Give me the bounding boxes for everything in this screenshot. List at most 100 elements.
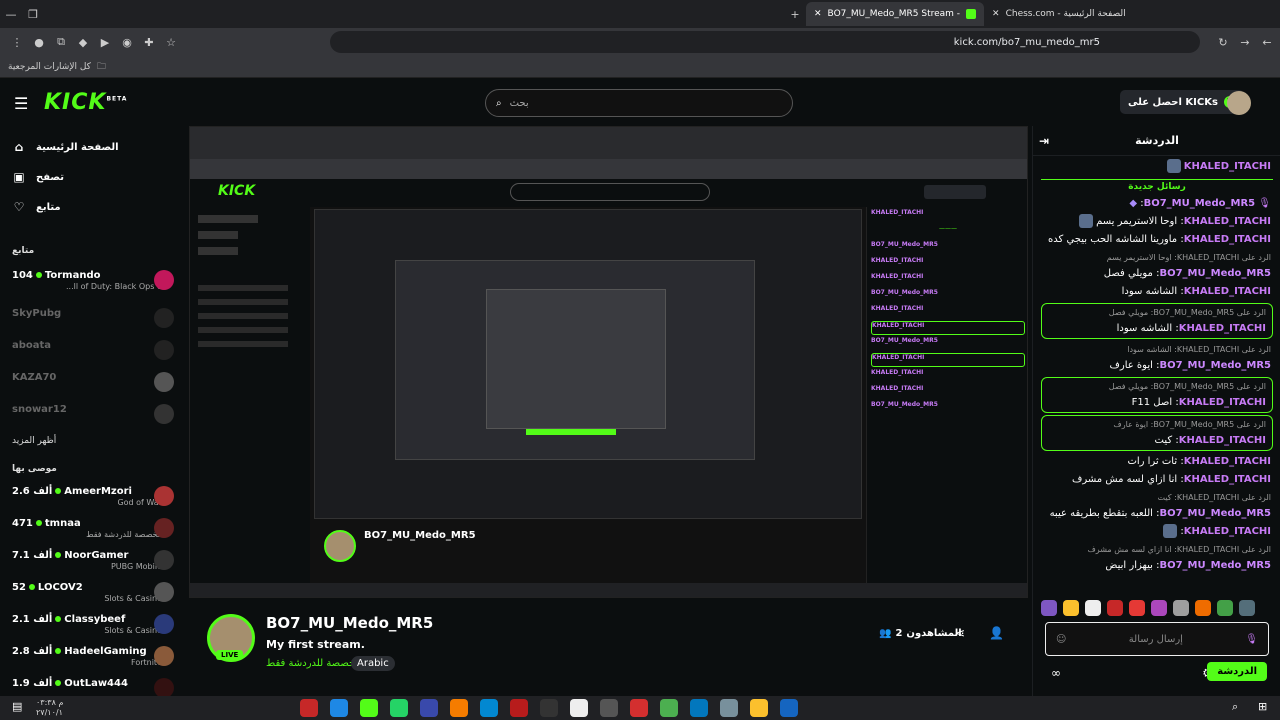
edge-icon[interactable]	[480, 699, 498, 717]
close-tab-icon[interactable]: ✕	[814, 9, 822, 19]
hamburger-menu-icon[interactable]: ☰	[14, 94, 28, 113]
minimize-icon[interactable]: —	[0, 8, 22, 21]
extension-icon[interactable]: ◉	[116, 36, 138, 49]
close-tab-icon[interactable]: ✕	[992, 9, 1000, 19]
share-icon[interactable]: ⋖	[955, 626, 965, 640]
follow-icon[interactable]: 👤	[989, 626, 1004, 640]
channel-avatar	[154, 372, 174, 392]
app-icon[interactable]	[450, 699, 468, 717]
app-icon[interactable]	[420, 699, 438, 717]
app-icon[interactable]	[510, 699, 528, 717]
chat-message[interactable]: KHALED_ITACHI: ثات ثرا رات	[1033, 453, 1280, 471]
get-kicks-button[interactable]: احصل على KICKs K	[1120, 90, 1244, 114]
emote[interactable]	[1195, 600, 1211, 616]
chat-message[interactable]: KHALED_ITACHI:	[1033, 523, 1280, 541]
steam-icon[interactable]	[780, 699, 798, 717]
bookmark-star-icon[interactable]: ☆	[160, 36, 182, 49]
reload-icon[interactable]: ↻	[1212, 36, 1234, 49]
app-icon[interactable]	[300, 699, 318, 717]
emote[interactable]	[1173, 600, 1189, 616]
send-chat-button[interactable]: الدردشة	[1207, 662, 1267, 681]
following-channel[interactable]: SkyPubg	[12, 306, 174, 334]
following-channel[interactable]: aboata	[12, 338, 174, 366]
chat-message-highlighted[interactable]: الرد على BO7_MU_Medo_MR5: مويلي فصل KHALE…	[1041, 377, 1273, 413]
start-menu-icon[interactable]: ⊞	[1258, 700, 1267, 713]
file-explorer-icon[interactable]	[750, 699, 768, 717]
chat-message[interactable]: 🎙 BO7_MU_Medo_MR5: ◆	[1033, 195, 1280, 213]
language-tag[interactable]: Arabic	[351, 656, 395, 671]
following-channel[interactable]: snowar12	[12, 402, 174, 430]
recommended-channel[interactable]: 2.6 ألف AmeerMzori God of War	[12, 484, 174, 512]
app-icon[interactable]	[330, 699, 348, 717]
kick-logo[interactable]: KICKBETA	[44, 90, 127, 115]
menu-icon[interactable]: ⋮	[6, 36, 28, 49]
channel-points-icon[interactable]: ∞	[1051, 666, 1061, 680]
chat-message[interactable]: الرد على KHALED_ITACHI: اوحا الاستريمر ي…	[1033, 249, 1280, 283]
show-more-link[interactable]: أظهر المزيد	[12, 436, 56, 446]
new-messages-divider: رسائل جديدة	[1041, 179, 1273, 192]
app-icon[interactable]	[540, 699, 558, 717]
collapse-chat-icon[interactable]: ⇥	[1039, 134, 1049, 148]
emote[interactable]	[1217, 600, 1233, 616]
recommended-channel[interactable]: 7.1 ألف NoorGamer PUBG Mobile	[12, 548, 174, 576]
search-input[interactable]: ⌕ بحث	[485, 89, 793, 117]
kick-app-icon[interactable]	[360, 699, 378, 717]
tab-chess[interactable]: ✕ Chess.com - الصفحة الرئيسية	[984, 2, 1134, 26]
chat-message[interactable]: KHALED_ITACHI: انا ازاي لسه مش مشرف	[1033, 471, 1280, 489]
notifications-icon[interactable]: ▤	[12, 700, 22, 713]
emoji-icon[interactable]: ☺	[1056, 634, 1066, 645]
nav-browse[interactable]: ▣ تصفح	[12, 170, 64, 184]
following-channel[interactable]: KAZA70	[12, 370, 174, 398]
extension-icon[interactable]: ✚	[138, 36, 160, 49]
recommended-channel[interactable]: 471 tmnaa مخصصة للدردشة فقط	[12, 516, 174, 544]
youtube-icon[interactable]	[630, 699, 648, 717]
chat-message[interactable]: الرد على KHALED_ITACHI: الشاشه سودا BO7_M…	[1033, 341, 1280, 375]
back-icon[interactable]: →	[1234, 36, 1256, 49]
user-avatar[interactable]	[1227, 91, 1251, 115]
emote[interactable]	[1063, 600, 1079, 616]
recommended-channel[interactable]: 2.1 ألف Classybeef Slots & Casino	[12, 612, 174, 640]
app-icon[interactable]	[720, 699, 738, 717]
extension-icon[interactable]: ◆	[72, 36, 94, 49]
emote[interactable]	[1129, 600, 1145, 616]
emote[interactable]	[1107, 600, 1123, 616]
following-channel[interactable]: 104 Tormando ...ll of Duty: Black Ops 6	[12, 268, 174, 296]
nav-following[interactable]: ♡ متابع	[12, 200, 61, 214]
maximize-icon[interactable]: ❐	[22, 8, 44, 21]
emote[interactable]	[1085, 600, 1101, 616]
chat-message[interactable]: KHALED_ITACHI: ماورينا الشاشه الحب بيجي …	[1033, 231, 1280, 249]
new-tab-button[interactable]: +	[784, 8, 806, 21]
emote[interactable]	[1239, 600, 1255, 616]
chat-input[interactable]: ☺ إرسال رسالة 🎙	[1045, 622, 1269, 656]
chat-message[interactable]: KHALED_ITACHI	[1033, 158, 1280, 176]
channel-avatar	[154, 270, 174, 290]
chat-message-highlighted[interactable]: الرد على BO7_MU_Medo_MR5: مويلي فصل KHALE…	[1041, 303, 1273, 339]
chat-message[interactable]: الرد على KHALED_ITACHI: انا ازاي لسه مش …	[1033, 541, 1280, 575]
app-icon[interactable]	[690, 699, 708, 717]
whatsapp-icon[interactable]	[390, 699, 408, 717]
bookmarks-folder[interactable]: كل الإشارات المرجعية	[8, 62, 91, 72]
search-icon[interactable]: ⌕	[1232, 700, 1238, 714]
extension-icon[interactable]: ⧉	[50, 35, 72, 49]
stream-category[interactable]: مخصصة للدردشة فقط	[266, 658, 361, 669]
emote[interactable]	[1151, 600, 1167, 616]
url-field[interactable]: kick.com/bo7_mu_medo_mr5	[330, 31, 1200, 53]
emote[interactable]	[1041, 600, 1057, 616]
streamer-name[interactable]: BO7_MU_Medo_MR5	[266, 614, 433, 632]
tab-kick-stream[interactable]: ✕ BO7_MU_Medo_MR5 Stream -	[806, 2, 985, 26]
chat-message[interactable]: الرد على KHALED_ITACHI: كيت BO7_MU_Medo_M…	[1033, 489, 1280, 523]
video-player[interactable]: KICK KHALED_ITACHI ——— BO7_MU_Medo_MR5 K…	[189, 126, 1028, 598]
forward-icon[interactable]: ←	[1256, 36, 1278, 49]
recommended-channel[interactable]: 52 LOCOV2 Slots & Casino	[12, 580, 174, 608]
recommended-channel[interactable]: 2.8 ألف HadeelGaming Fortnite	[12, 644, 174, 672]
chat-message[interactable]: KHALED_ITACHI: اوحا الاستريمر يسم	[1033, 213, 1280, 231]
chat-message-highlighted[interactable]: الرد على BO7_MU_Medo_MR5: ايوة عارف KHALE…	[1041, 415, 1273, 451]
settings-icon[interactable]	[600, 699, 618, 717]
profile-icon[interactable]: ●	[28, 36, 50, 49]
chat-message[interactable]: KHALED_ITACHI: الشاشه سودا	[1033, 283, 1280, 301]
nav-home[interactable]: ⌂ الصفحة الرئيسية	[12, 140, 119, 154]
app-icon[interactable]	[570, 699, 588, 717]
system-clock[interactable]: ۰۳:۳۸ م ۲۷/۱۰/۱	[36, 698, 63, 718]
extension-icon[interactable]: ▶	[94, 36, 116, 49]
chrome-icon[interactable]	[660, 699, 678, 717]
